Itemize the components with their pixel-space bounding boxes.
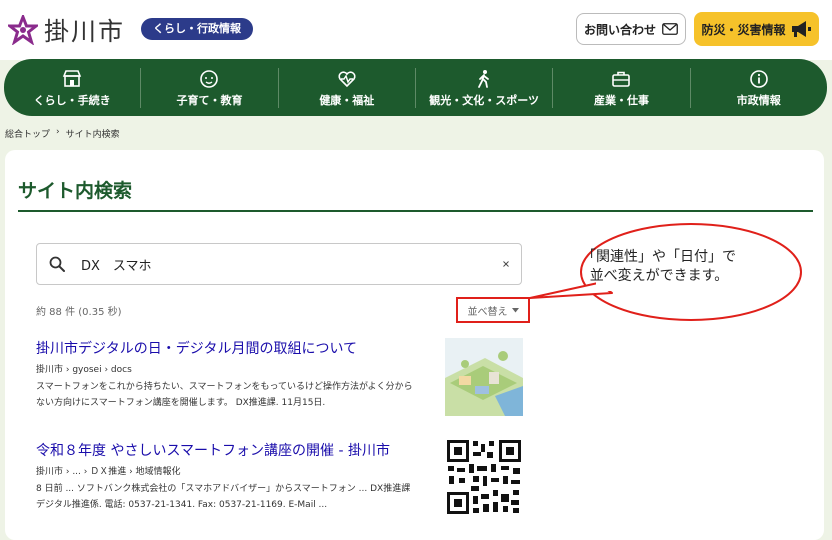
- nav-label: くらし・手続き: [33, 93, 111, 107]
- mail-icon: [662, 23, 678, 35]
- nav-label: 産業・仕事: [593, 93, 649, 107]
- briefcase-icon: [612, 71, 631, 87]
- callout-line: 並べ変えができます。: [589, 268, 729, 284]
- nav-label: 観光・文化・スポーツ: [429, 93, 540, 107]
- search-result: 掛川市デジタルの日・デジタル月間の取組について 掛川市 › gyosei › d…: [36, 338, 416, 411]
- global-nav: くらし・手続き 子育て・教育 健康・福祉 観光・文化・スポーツ 産業・仕事 市政…: [4, 59, 827, 116]
- sort-button[interactable]: 並べ替え: [456, 297, 530, 323]
- nav-label: 子育て・教育: [176, 93, 243, 107]
- page-title: サイト内検索: [18, 180, 133, 202]
- disaster-label: 防災・災害情報: [701, 22, 786, 37]
- annotation-callout-text: 「関連性」や「日付」で 並べ変えができます。: [554, 248, 764, 286]
- result-count: 約 88 件 (0.35 秒): [36, 307, 122, 318]
- nav-item-sangyo[interactable]: 産業・仕事: [553, 67, 691, 108]
- breadcrumb-separator: ›: [56, 127, 60, 137]
- kurashi-gyosei-tab[interactable]: くらし・行政情報: [141, 18, 253, 40]
- breadcrumb-current: サイト内検索: [65, 130, 120, 140]
- caret-down-icon: [511, 307, 519, 312]
- main-content-card: サイト内検索 約 88 件 (0.35 秒) 並べ替え 掛川市デジタルの日・デジ…: [5, 150, 824, 540]
- result-url: 掛川市 › gyosei › docs: [36, 365, 132, 375]
- nav-item-shisei[interactable]: 市政情報: [691, 68, 827, 108]
- result-url: 掛川市 › ... › ＤＸ推進 › 地域情報化: [36, 467, 181, 477]
- walking-person-icon: [478, 69, 490, 88]
- search-result: 令和８年度 やさしいスマートフォン講座の開催 - 掛川市 掛川市 › ... ›…: [36, 440, 416, 513]
- nav-item-kanko[interactable]: 観光・文化・スポーツ: [416, 67, 554, 108]
- nav-item-kosodate[interactable]: 子育て・教育: [141, 67, 279, 108]
- megaphone-icon: [791, 21, 811, 37]
- sort-label: 並べ替え: [467, 306, 508, 318]
- breadcrumb-home[interactable]: 総合トップ: [5, 127, 50, 140]
- breadcrumb: 総合トップ › サイト内検索: [5, 127, 120, 140]
- result-snippet: 8 日前 ... ソフトバンク株式会社の「スマホアドバイザー」からスマートフォン…: [36, 484, 411, 510]
- child-face-icon: [200, 69, 219, 88]
- callout-line: 「関連性」や「日付」で: [582, 249, 736, 265]
- nav-label: 市政情報: [736, 93, 781, 107]
- contact-label: お問い合わせ: [583, 22, 656, 37]
- city-emblem-icon: [8, 15, 38, 45]
- clear-search-button[interactable]: [491, 255, 509, 273]
- site-header: 掛川市 くらし・行政情報 お問い合わせ 防災・災害情報: [0, 0, 832, 60]
- contact-button[interactable]: お問い合わせ: [576, 13, 686, 45]
- result-thumbnail-illustration[interactable]: [445, 338, 523, 416]
- result-snippet: スマートフォンをこれから持ちたい、スマートフォンをもっているけど操作方法がよく分…: [36, 382, 413, 408]
- search-icon[interactable]: [49, 256, 65, 272]
- shop-icon: [62, 69, 82, 87]
- close-icon: [503, 261, 509, 267]
- search-input[interactable]: [79, 255, 483, 273]
- title-divider: [18, 210, 813, 212]
- info-icon: [749, 69, 768, 88]
- qr-code-thumbnail[interactable]: [445, 438, 523, 516]
- disaster-info-button[interactable]: 防災・災害情報: [694, 12, 819, 46]
- nav-item-kenko[interactable]: 健康・福祉: [279, 67, 416, 108]
- heart-pulse-icon: [338, 70, 356, 87]
- nav-label: 健康・福祉: [319, 93, 375, 107]
- site-name: 掛川市: [44, 17, 126, 46]
- result-title-link[interactable]: 令和８年度 やさしいスマートフォン講座の開催 - 掛川市: [36, 440, 416, 460]
- nav-item-kurashi[interactable]: くらし・手続き: [4, 67, 142, 108]
- result-title-link[interactable]: 掛川市デジタルの日・デジタル月間の取組について: [36, 338, 416, 358]
- search-box: [36, 243, 522, 285]
- site-logo[interactable]: 掛川市: [8, 12, 125, 48]
